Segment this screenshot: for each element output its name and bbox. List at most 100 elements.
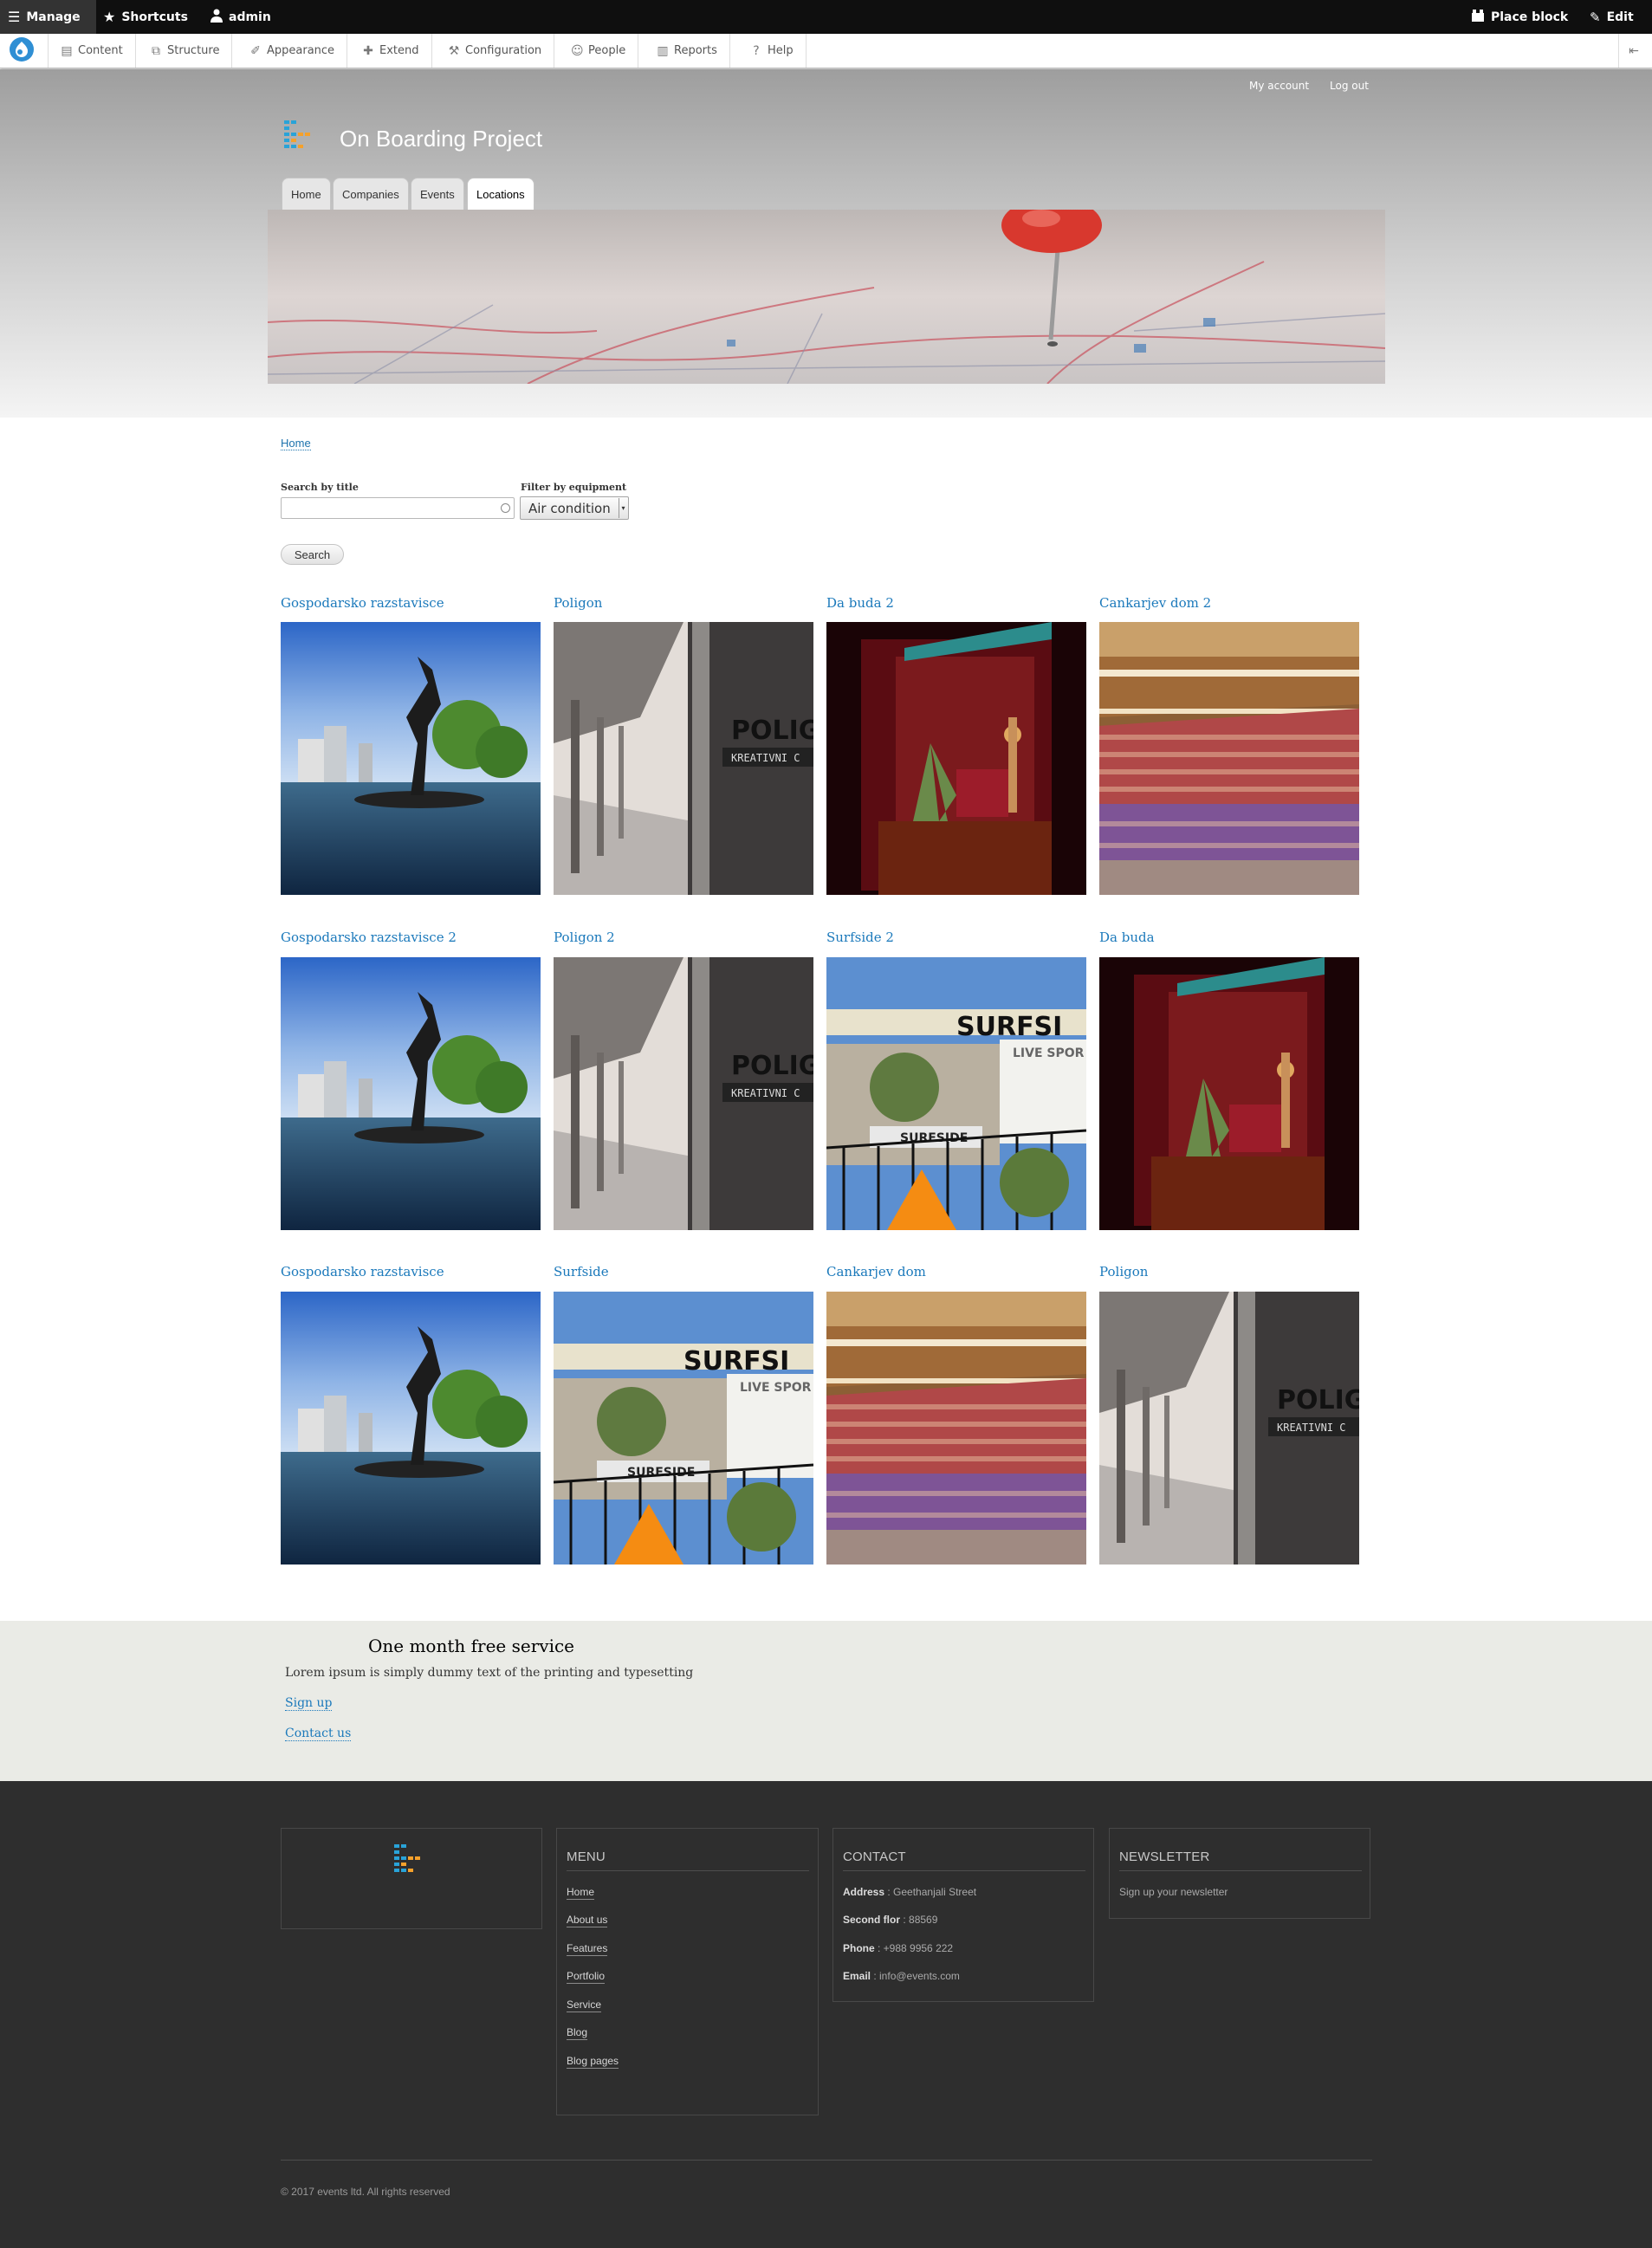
footer-menu-title: MENU [567, 1850, 606, 1864]
wrench-icon: ⚒ [448, 43, 460, 58]
footer-menu-item[interactable]: Features [567, 1942, 608, 1956]
footer-menu-divider [567, 1870, 809, 1871]
svg-text:POLIG: POLIG [731, 716, 813, 746]
svg-text:SURFSI: SURFSI [956, 1012, 1062, 1042]
search-label: Search by title [281, 482, 359, 493]
contact-email: Email : info@events.com [843, 1970, 960, 1982]
location-title[interactable]: Surfside [554, 1264, 609, 1279]
copyright-text: © 2017 events ltd. All rights reserved [281, 2186, 450, 2198]
red-lounge-image[interactable] [826, 622, 1086, 895]
user-button[interactable]: admin [211, 0, 271, 34]
footer-menu-item[interactable]: Blog pages [567, 2055, 619, 2069]
tray-item-configuration[interactable]: ⚒ Configuration [436, 34, 555, 68]
fountain-statue-image[interactable] [281, 957, 541, 1230]
svg-text:SURFSI: SURFSI [683, 1346, 789, 1377]
location-title[interactable]: Cankarjev dom [826, 1264, 926, 1279]
contact-us-link[interactable]: Contact us [285, 1726, 352, 1741]
poligon-corridor-image[interactable]: POLIG KREATIVNI C [1099, 1292, 1359, 1565]
surfside-terrace-image[interactable]: SURFSI LIVE SPOR SURFSIDE [554, 1292, 813, 1565]
my-account-link[interactable]: My account [1249, 80, 1309, 92]
site-name[interactable]: On Boarding Project [340, 126, 542, 152]
promo-text: Lorem ipsum is simply dummy text of the … [285, 1666, 694, 1680]
tray-item-structure[interactable]: ⧉ Structure [138, 34, 233, 68]
puzzle-icon: ✚ [363, 43, 373, 58]
tray-item-people[interactable]: ☺ People [559, 34, 639, 68]
svg-text:KREATIVNI C: KREATIVNI C [731, 752, 800, 764]
fountain-statue-image[interactable] [281, 622, 541, 895]
search-button[interactable]: Search [281, 544, 344, 565]
location-title[interactable]: Da buda 2 [826, 595, 894, 611]
tray-orientation-toggle[interactable]: ⇤ [1618, 34, 1649, 68]
log-out-link[interactable]: Log out [1330, 80, 1369, 92]
tab-home[interactable]: Home [282, 178, 331, 210]
breadcrumb-home[interactable]: Home [281, 437, 311, 450]
location-title[interactable]: Poligon 2 [554, 930, 615, 945]
location-title[interactable]: Gospodarsko razstavisce 2 [281, 930, 457, 945]
place-block-button[interactable]: Place block [1471, 0, 1568, 34]
sign-up-link[interactable]: Sign up [285, 1696, 333, 1711]
admin-toolbar: ☰ Manage ★ Shortcuts admin Place block ✎… [0, 0, 1652, 34]
site-logo[interactable] [284, 120, 317, 150]
admin-tray: ▤ Content ⧉ Structure ✐ Appearance ✚ Ext… [0, 34, 1652, 68]
footer-newsletter-divider [1119, 1870, 1362, 1871]
red-lounge-image[interactable] [1099, 957, 1359, 1230]
tray-item-extend[interactable]: ✚ Extend [350, 34, 432, 68]
edit-button[interactable]: ✎ Edit [1590, 0, 1634, 34]
footer-menu-box: MENU Home About us Features Portfolio Se… [556, 1828, 819, 2115]
footer-menu-item[interactable]: Portfolio [567, 1970, 606, 1984]
contact-address: Address : Geethanjali Street [843, 1886, 977, 1898]
tray-item-help[interactable]: ? Help [738, 34, 807, 68]
surfside-terrace-image[interactable]: SURFSI LIVE SPOR SURFSIDE [826, 957, 1086, 1230]
footer-menu-item[interactable]: Service [567, 1999, 602, 2012]
menu-icon: ☰ [8, 9, 21, 25]
poligon-corridor-image[interactable]: POLIG KREATIVNI C [554, 622, 813, 895]
shortcuts-button[interactable]: ★ Shortcuts [103, 0, 188, 34]
promo-title: One month free service [368, 1636, 575, 1656]
fountain-statue-image[interactable] [281, 1292, 541, 1565]
pencil-icon: ✎ [1590, 9, 1601, 25]
location-title[interactable]: Surfside 2 [826, 930, 894, 945]
tab-companies[interactable]: Companies [333, 178, 409, 210]
concert-hall-image[interactable] [1099, 622, 1359, 895]
footer-menu-item[interactable]: Blog [567, 2026, 588, 2040]
tab-events[interactable]: Events [411, 178, 464, 210]
contact-phone: Phone : +988 9956 222 [843, 1942, 954, 1954]
tray-item-reports[interactable]: ▥ Reports [645, 34, 730, 68]
location-title[interactable]: Da buda [1099, 930, 1155, 945]
footer-contact-title: CONTACT [843, 1850, 906, 1864]
map-pin-banner-image [268, 210, 1385, 384]
concert-hall-image[interactable] [826, 1292, 1086, 1565]
bar-chart-icon: ▥ [657, 43, 669, 58]
collapse-icon: ⇤ [1629, 43, 1639, 58]
drupal-home-button[interactable] [0, 34, 49, 68]
footer-logo-box [281, 1828, 542, 1929]
help-icon: ? [753, 43, 760, 58]
search-input[interactable] [281, 497, 515, 519]
search-throbber-icon [501, 503, 510, 513]
footer-menu-item[interactable]: About us [567, 1914, 608, 1927]
equipment-label: Filter by equipment [521, 482, 627, 493]
contact-second-floor: Second flor : 88569 [843, 1914, 938, 1926]
svg-text:POLIG: POLIG [731, 1051, 813, 1081]
location-title[interactable]: Poligon [554, 595, 602, 611]
equipment-select[interactable]: Air condition ▾ [520, 496, 629, 520]
paintbrush-icon: ✐ [250, 43, 261, 58]
people-icon: ☺ [571, 43, 584, 58]
dropdown-arrow-icon: ▾ [619, 498, 627, 518]
location-title[interactable]: Gospodarsko razstavisce [281, 1264, 444, 1279]
tray-item-content[interactable]: ▤ Content [49, 34, 136, 68]
svg-text:KREATIVNI C: KREATIVNI C [1277, 1422, 1345, 1434]
drupal-logo-icon [9, 36, 35, 66]
poligon-corridor-image[interactable]: POLIG KREATIVNI C [554, 957, 813, 1230]
tab-locations[interactable]: Locations [467, 178, 534, 210]
footer-logo[interactable] [394, 1844, 429, 1874]
structure-icon: ⧉ [152, 43, 160, 58]
tray-item-appearance[interactable]: ✐ Appearance [237, 34, 348, 68]
location-title[interactable]: Poligon [1099, 1264, 1148, 1279]
location-title[interactable]: Cankarjev dom 2 [1099, 595, 1211, 611]
footer-menu-item[interactable]: Home [567, 1886, 595, 1900]
promo-section [0, 1621, 1652, 1781]
file-icon: ▤ [61, 43, 73, 58]
location-title[interactable]: Gospodarsko razstavisce [281, 595, 444, 611]
manage-button[interactable]: ☰ Manage [0, 0, 96, 34]
